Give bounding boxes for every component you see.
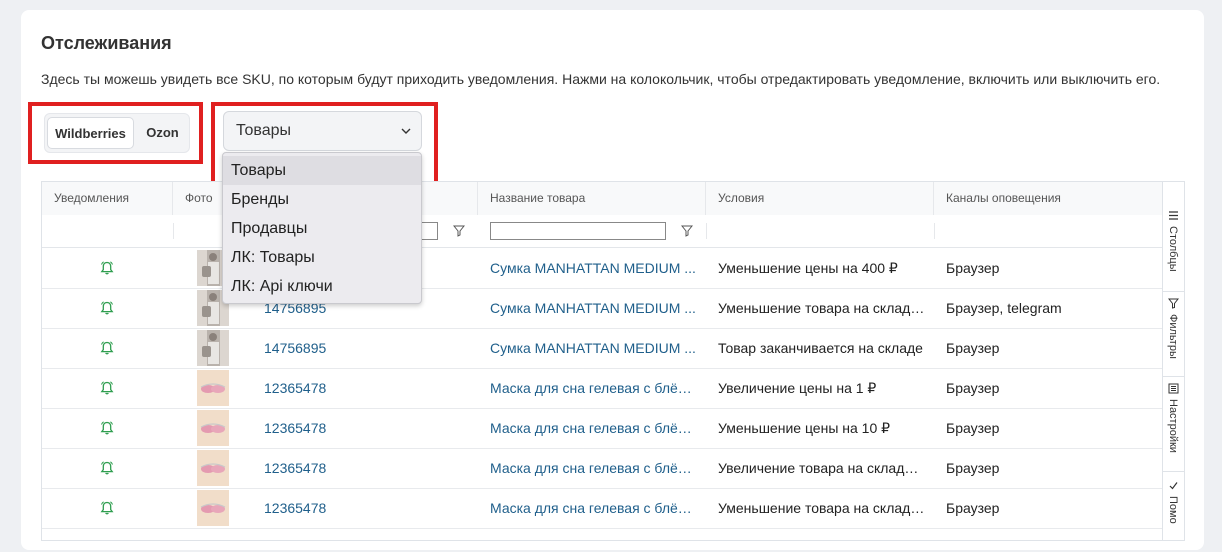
product-photo[interactable]: [197, 490, 229, 526]
bell-icon[interactable]: [99, 340, 115, 356]
tracking-table: Уведомления Фото Название товара Условия…: [41, 181, 1163, 541]
product-photo[interactable]: [197, 450, 229, 486]
bell-icon[interactable]: [99, 500, 115, 516]
table-row: 12365478 Маска для сна гелевая с блёст...…: [42, 488, 1162, 529]
condition-text: Товар заканчивается на складе: [718, 340, 923, 356]
col-notifications[interactable]: Уведомления: [42, 182, 173, 215]
product-name-link[interactable]: Сумка MANHATTAN MEDIUM ...: [490, 248, 696, 288]
sku-link[interactable]: 12365478: [264, 408, 464, 448]
table-row: 12365478 Маска для сна гелевая с блёст...…: [42, 368, 1162, 409]
side-tab-label: Настройки: [1167, 399, 1179, 453]
condition-text: Увеличение цены на 1 ₽: [718, 380, 877, 396]
channels-text: Браузер: [946, 500, 1000, 516]
side-tab-filters[interactable]: Фильтры: [1163, 292, 1184, 377]
bell-icon[interactable]: [99, 420, 115, 436]
side-tab-label: Столбцы: [1167, 226, 1179, 272]
product-name-link[interactable]: Маска для сна гелевая с блёст...: [490, 488, 696, 528]
type-select-value: Товары: [236, 122, 292, 139]
filter-cell-divider: [934, 223, 935, 239]
channels-text: Браузер: [946, 460, 1000, 476]
table-row: 14756895Сумка MANHATTAN MEDIUM ...Уменьш…: [42, 288, 1162, 329]
marketplace-ozon-button[interactable]: Ozon: [138, 117, 187, 149]
filter-cell-divider: [173, 223, 174, 239]
bell-icon[interactable]: [99, 460, 115, 476]
chevron-down-icon: [401, 128, 411, 134]
product-photo[interactable]: [197, 330, 229, 366]
bell-icon[interactable]: [99, 380, 115, 396]
condition-text: Увеличение товара на складе ...: [718, 460, 926, 476]
channels-text: Браузер, telegram: [946, 300, 1062, 316]
side-tab-settings[interactable]: Настройки: [1163, 377, 1184, 472]
channels-text: Браузер: [946, 420, 1000, 436]
table-row: 12365478 Маска для сна гелевая с блёст...…: [42, 448, 1162, 489]
condition-text: Уменьшение товара на складе...: [718, 300, 926, 316]
product-name-link[interactable]: Маска для сна гелевая с блёст...: [490, 448, 696, 488]
table-row: 14756895 Сумка MANHATTAN MEDIUM ... Товар …: [42, 328, 1162, 369]
dropdown-option-sellers[interactable]: Продавцы: [223, 214, 421, 243]
columns-icon: [1169, 211, 1178, 220]
name-filter-icon[interactable]: [681, 225, 693, 237]
product-photo[interactable]: [197, 410, 229, 446]
filter-row: [42, 215, 1162, 248]
name-filter-input[interactable]: [490, 222, 666, 240]
dropdown-option-brands[interactable]: Бренды: [223, 185, 421, 214]
col-conditions[interactable]: Условия: [706, 182, 934, 215]
sku-link[interactable]: 12365478: [264, 448, 464, 488]
col-channels[interactable]: Каналы оповещения: [934, 182, 1162, 215]
sku-link[interactable]: 12365478: [264, 488, 464, 528]
sku-link[interactable]: 14756895: [264, 328, 464, 368]
settings-icon: [1168, 383, 1179, 394]
side-tab-label: Помо: [1167, 496, 1179, 524]
dropdown-option-lk-api-keys[interactable]: ЛК: Api ключи: [223, 272, 421, 301]
page-description: Здесь ты можешь увидеть все SKU, по кото…: [41, 71, 1161, 87]
condition-text: Уменьшение товара на складе ...: [718, 500, 926, 516]
product-name-link[interactable]: Сумка MANHATTAN MEDIUM ...: [490, 328, 696, 368]
table-row: 14756895Сумка MANHATTAN MEDIUM ...Уменьш…: [42, 248, 1162, 289]
table-header: Уведомления Фото Название товара Условия…: [42, 182, 1162, 216]
col-product-name[interactable]: Название товара: [478, 182, 706, 215]
sku-filter-icon[interactable]: [453, 225, 465, 237]
type-select[interactable]: Товары: [223, 111, 422, 151]
channels-text: Браузер: [946, 260, 1000, 276]
check-icon: [1169, 482, 1178, 490]
dropdown-option-lk-products[interactable]: ЛК: Товары: [223, 243, 421, 272]
product-name-link[interactable]: Маска для сна гелевая с блёст...: [490, 408, 696, 448]
bell-icon[interactable]: [99, 260, 115, 276]
page-title: Отслеживания: [41, 33, 172, 53]
side-tab-help[interactable]: Помо: [1163, 472, 1184, 552]
side-panel: Столбцы Фильтры Настройки Помо: [1163, 181, 1185, 541]
condition-text: Уменьшение цены на 400 ₽: [718, 260, 898, 276]
condition-text: Уменьшение цены на 10 ₽: [718, 420, 891, 436]
product-photo[interactable]: [197, 370, 229, 406]
dropdown-option-products[interactable]: Товары: [223, 156, 421, 185]
type-dropdown: Товары Бренды Продавцы ЛК: Товары ЛК: Ap…: [222, 152, 422, 304]
channels-text: Браузер: [946, 380, 1000, 396]
filter-cell-divider: [706, 223, 707, 239]
table-row: 12365478 Маска для сна гелевая с блёст...…: [42, 408, 1162, 449]
sku-link[interactable]: 12365478: [264, 368, 464, 408]
marketplace-switch: Wildberries Ozon: [44, 113, 190, 153]
channels-text: Браузер: [946, 340, 1000, 356]
side-tab-label: Фильтры: [1167, 314, 1179, 359]
marketplace-wildberries-button[interactable]: Wildberries: [47, 117, 134, 149]
product-name-link[interactable]: Маска для сна гелевая с блёст...: [490, 368, 696, 408]
bell-icon[interactable]: [99, 300, 115, 316]
filter-icon: [1168, 298, 1179, 309]
product-name-link[interactable]: Сумка MANHATTAN MEDIUM ...: [490, 288, 696, 328]
side-tab-columns[interactable]: Столбцы: [1163, 182, 1184, 292]
